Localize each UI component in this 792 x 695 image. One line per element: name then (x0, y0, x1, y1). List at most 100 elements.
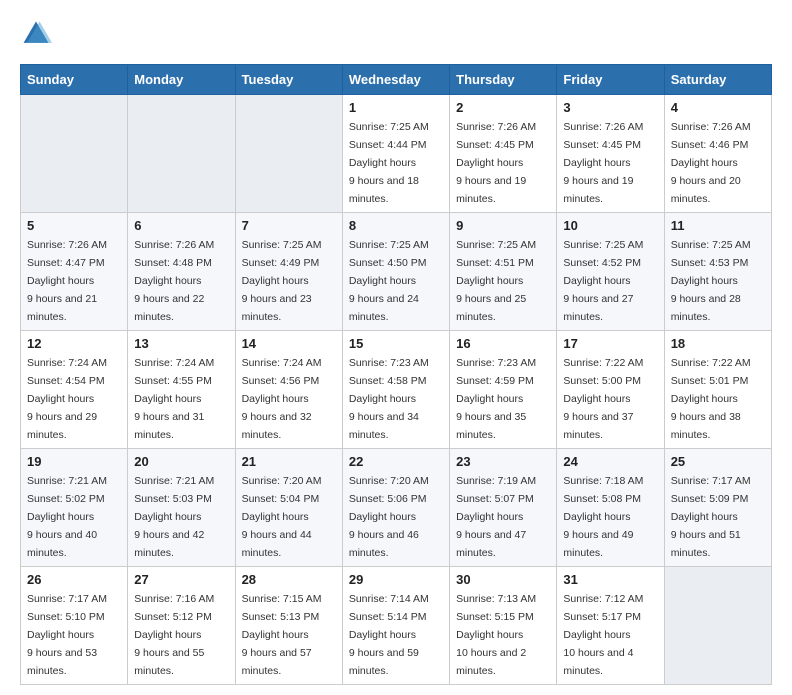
calendar-cell: 20 Sunrise: 7:21 AMSunset: 5:03 PMDaylig… (128, 449, 235, 567)
calendar-cell: 15 Sunrise: 7:23 AMSunset: 4:58 PMDaylig… (342, 331, 449, 449)
calendar-header-row: SundayMondayTuesdayWednesdayThursdayFrid… (21, 65, 772, 95)
calendar-cell: 6 Sunrise: 7:26 AMSunset: 4:48 PMDayligh… (128, 213, 235, 331)
day-info: Sunrise: 7:21 AMSunset: 5:02 PMDaylight … (27, 475, 107, 559)
day-info: Sunrise: 7:16 AMSunset: 5:12 PMDaylight … (134, 593, 214, 677)
day-number: 6 (134, 218, 228, 233)
day-info: Sunrise: 7:25 AMSunset: 4:52 PMDaylight … (563, 239, 643, 323)
day-number: 26 (27, 572, 121, 587)
calendar-cell: 28 Sunrise: 7:15 AMSunset: 5:13 PMDaylig… (235, 567, 342, 685)
day-number: 27 (134, 572, 228, 587)
calendar-cell: 31 Sunrise: 7:12 AMSunset: 5:17 PMDaylig… (557, 567, 664, 685)
weekday-header-tuesday: Tuesday (235, 65, 342, 95)
calendar-cell: 18 Sunrise: 7:22 AMSunset: 5:01 PMDaylig… (664, 331, 771, 449)
calendar-cell: 27 Sunrise: 7:16 AMSunset: 5:12 PMDaylig… (128, 567, 235, 685)
calendar-cell: 29 Sunrise: 7:14 AMSunset: 5:14 PMDaylig… (342, 567, 449, 685)
day-number: 11 (671, 218, 765, 233)
calendar-cell: 24 Sunrise: 7:18 AMSunset: 5:08 PMDaylig… (557, 449, 664, 567)
calendar-table: SundayMondayTuesdayWednesdayThursdayFrid… (20, 64, 772, 685)
day-number: 7 (242, 218, 336, 233)
weekday-header-monday: Monday (128, 65, 235, 95)
day-info: Sunrise: 7:24 AMSunset: 4:55 PMDaylight … (134, 357, 214, 441)
day-info: Sunrise: 7:18 AMSunset: 5:08 PMDaylight … (563, 475, 643, 559)
calendar-cell: 3 Sunrise: 7:26 AMSunset: 4:45 PMDayligh… (557, 95, 664, 213)
day-info: Sunrise: 7:23 AMSunset: 4:59 PMDaylight … (456, 357, 536, 441)
day-info: Sunrise: 7:26 AMSunset: 4:45 PMDaylight … (563, 121, 643, 205)
calendar-cell: 17 Sunrise: 7:22 AMSunset: 5:00 PMDaylig… (557, 331, 664, 449)
calendar-cell (664, 567, 771, 685)
day-number: 14 (242, 336, 336, 351)
calendar-cell: 12 Sunrise: 7:24 AMSunset: 4:54 PMDaylig… (21, 331, 128, 449)
calendar-cell: 26 Sunrise: 7:17 AMSunset: 5:10 PMDaylig… (21, 567, 128, 685)
day-info: Sunrise: 7:25 AMSunset: 4:44 PMDaylight … (349, 121, 429, 205)
day-number: 18 (671, 336, 765, 351)
day-info: Sunrise: 7:17 AMSunset: 5:09 PMDaylight … (671, 475, 751, 559)
day-number: 24 (563, 454, 657, 469)
day-number: 31 (563, 572, 657, 587)
day-info: Sunrise: 7:25 AMSunset: 4:53 PMDaylight … (671, 239, 751, 323)
day-info: Sunrise: 7:22 AMSunset: 5:00 PMDaylight … (563, 357, 643, 441)
calendar-cell: 2 Sunrise: 7:26 AMSunset: 4:45 PMDayligh… (450, 95, 557, 213)
header (20, 18, 772, 50)
day-info: Sunrise: 7:19 AMSunset: 5:07 PMDaylight … (456, 475, 536, 559)
day-info: Sunrise: 7:23 AMSunset: 4:58 PMDaylight … (349, 357, 429, 441)
calendar-cell: 25 Sunrise: 7:17 AMSunset: 5:09 PMDaylig… (664, 449, 771, 567)
day-number: 17 (563, 336, 657, 351)
day-info: Sunrise: 7:24 AMSunset: 4:54 PMDaylight … (27, 357, 107, 441)
calendar-cell: 13 Sunrise: 7:24 AMSunset: 4:55 PMDaylig… (128, 331, 235, 449)
day-number: 8 (349, 218, 443, 233)
calendar-week-4: 19 Sunrise: 7:21 AMSunset: 5:02 PMDaylig… (21, 449, 772, 567)
weekday-header-thursday: Thursday (450, 65, 557, 95)
day-number: 3 (563, 100, 657, 115)
day-info: Sunrise: 7:20 AMSunset: 5:06 PMDaylight … (349, 475, 429, 559)
day-info: Sunrise: 7:13 AMSunset: 5:15 PMDaylight … (456, 593, 536, 677)
day-number: 12 (27, 336, 121, 351)
day-number: 9 (456, 218, 550, 233)
day-info: Sunrise: 7:24 AMSunset: 4:56 PMDaylight … (242, 357, 322, 441)
calendar-cell: 22 Sunrise: 7:20 AMSunset: 5:06 PMDaylig… (342, 449, 449, 567)
day-info: Sunrise: 7:15 AMSunset: 5:13 PMDaylight … (242, 593, 322, 677)
day-number: 21 (242, 454, 336, 469)
calendar-cell: 10 Sunrise: 7:25 AMSunset: 4:52 PMDaylig… (557, 213, 664, 331)
calendar-cell: 11 Sunrise: 7:25 AMSunset: 4:53 PMDaylig… (664, 213, 771, 331)
day-info: Sunrise: 7:26 AMSunset: 4:46 PMDaylight … (671, 121, 751, 205)
calendar-week-1: 1 Sunrise: 7:25 AMSunset: 4:44 PMDayligh… (21, 95, 772, 213)
calendar-cell: 1 Sunrise: 7:25 AMSunset: 4:44 PMDayligh… (342, 95, 449, 213)
day-info: Sunrise: 7:25 AMSunset: 4:49 PMDaylight … (242, 239, 322, 323)
day-info: Sunrise: 7:20 AMSunset: 5:04 PMDaylight … (242, 475, 322, 559)
calendar-cell: 9 Sunrise: 7:25 AMSunset: 4:51 PMDayligh… (450, 213, 557, 331)
calendar-week-2: 5 Sunrise: 7:26 AMSunset: 4:47 PMDayligh… (21, 213, 772, 331)
calendar-cell: 23 Sunrise: 7:19 AMSunset: 5:07 PMDaylig… (450, 449, 557, 567)
calendar-cell: 16 Sunrise: 7:23 AMSunset: 4:59 PMDaylig… (450, 331, 557, 449)
day-info: Sunrise: 7:22 AMSunset: 5:01 PMDaylight … (671, 357, 751, 441)
calendar-cell: 21 Sunrise: 7:20 AMSunset: 5:04 PMDaylig… (235, 449, 342, 567)
logo-icon (20, 18, 52, 50)
day-number: 23 (456, 454, 550, 469)
logo (20, 18, 56, 50)
calendar-cell: 4 Sunrise: 7:26 AMSunset: 4:46 PMDayligh… (664, 95, 771, 213)
weekday-header-saturday: Saturday (664, 65, 771, 95)
calendar-week-3: 12 Sunrise: 7:24 AMSunset: 4:54 PMDaylig… (21, 331, 772, 449)
day-number: 16 (456, 336, 550, 351)
calendar-cell: 8 Sunrise: 7:25 AMSunset: 4:50 PMDayligh… (342, 213, 449, 331)
page: SundayMondayTuesdayWednesdayThursdayFrid… (0, 0, 792, 695)
day-info: Sunrise: 7:17 AMSunset: 5:10 PMDaylight … (27, 593, 107, 677)
day-info: Sunrise: 7:21 AMSunset: 5:03 PMDaylight … (134, 475, 214, 559)
day-number: 2 (456, 100, 550, 115)
day-number: 13 (134, 336, 228, 351)
calendar-cell (235, 95, 342, 213)
calendar-cell (128, 95, 235, 213)
day-number: 30 (456, 572, 550, 587)
calendar-cell: 14 Sunrise: 7:24 AMSunset: 4:56 PMDaylig… (235, 331, 342, 449)
day-number: 5 (27, 218, 121, 233)
day-number: 10 (563, 218, 657, 233)
day-number: 22 (349, 454, 443, 469)
day-number: 19 (27, 454, 121, 469)
calendar-cell (21, 95, 128, 213)
day-info: Sunrise: 7:26 AMSunset: 4:45 PMDaylight … (456, 121, 536, 205)
weekday-header-friday: Friday (557, 65, 664, 95)
day-info: Sunrise: 7:26 AMSunset: 4:47 PMDaylight … (27, 239, 107, 323)
day-info: Sunrise: 7:12 AMSunset: 5:17 PMDaylight … (563, 593, 643, 677)
weekday-header-wednesday: Wednesday (342, 65, 449, 95)
day-info: Sunrise: 7:14 AMSunset: 5:14 PMDaylight … (349, 593, 429, 677)
day-number: 20 (134, 454, 228, 469)
